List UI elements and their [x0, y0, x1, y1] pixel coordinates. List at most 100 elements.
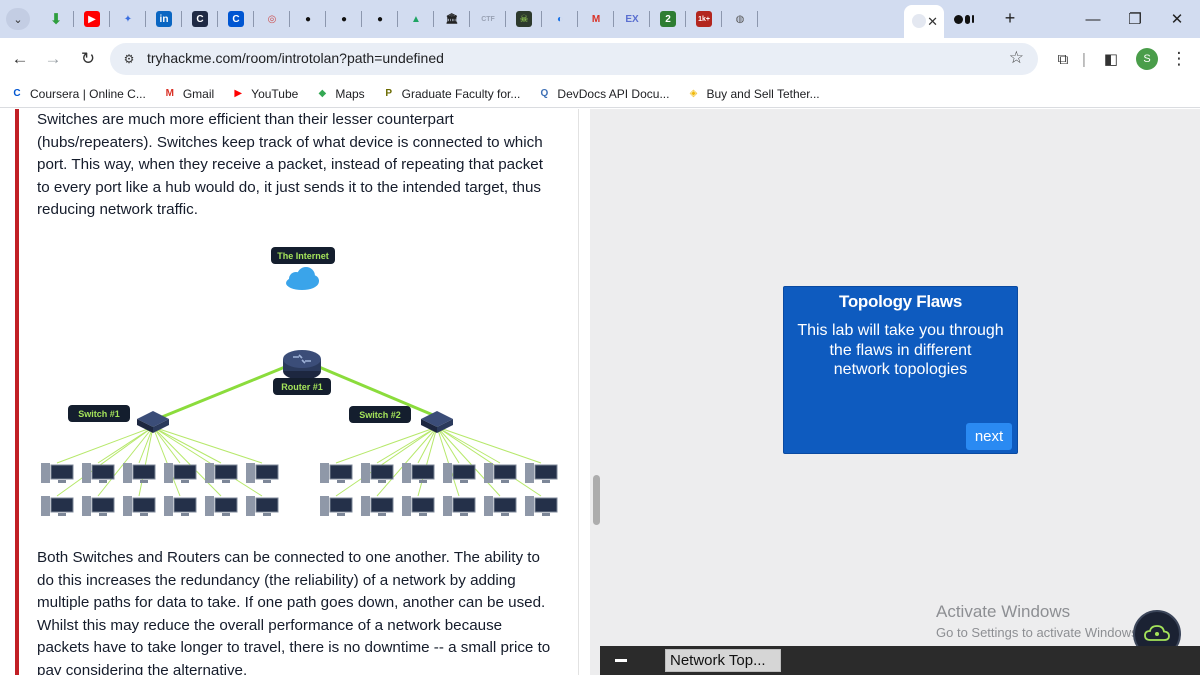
- tab-search-chevron-icon[interactable]: ⌄: [6, 8, 30, 30]
- close-window-button[interactable]: ✕: [1156, 0, 1198, 38]
- back-arrow-icon[interactable]: ←: [8, 47, 32, 71]
- bookmark-label: Maps: [335, 86, 365, 101]
- computer-icon: [320, 496, 353, 516]
- computer-icon: [164, 496, 197, 516]
- profile-avatar[interactable]: S: [1136, 47, 1158, 71]
- switch-1-label: Switch #1: [68, 405, 130, 422]
- gemini-icon: ✦: [123, 13, 133, 25]
- pinned-tab-drive[interactable]: ▲: [398, 0, 434, 38]
- reload-icon[interactable]: ↻: [76, 47, 100, 71]
- site-info-icon[interactable]: ⚙: [120, 50, 138, 68]
- switch-1-computer-link: [56, 426, 154, 497]
- lab-pane: Topology Flaws This lab will take you th…: [590, 109, 1200, 675]
- computer-icon: [361, 463, 394, 483]
- bookmark-label: YouTube: [251, 86, 299, 101]
- globe-icon: ◐: [556, 13, 564, 25]
- pinned-tab-coursera[interactable]: C: [218, 0, 254, 38]
- side-panel-icon[interactable]: ◧: [1100, 47, 1122, 71]
- computer-icon: [246, 496, 279, 516]
- computer-icon: [525, 496, 558, 516]
- tab-strip: ⌄ ⬇ ▶ ✦ in C C ◎ ● ● ● ▲ 🏛 CTF ☠ ◐ M EX 2 1k+ ◍ ✕ + — ❐ ✕: [0, 0, 1200, 38]
- bookmark-item[interactable]: M Gmail: [163, 87, 215, 101]
- computer-icon: [123, 496, 156, 516]
- csdn-icon: C: [192, 11, 208, 27]
- pinned-tab-gmail[interactable]: M: [578, 0, 614, 38]
- pinned-tab-hacker[interactable]: ☠: [506, 0, 542, 38]
- pinned-tab-linkedin[interactable]: in: [146, 0, 182, 38]
- youtube-icon: ▶: [84, 11, 100, 27]
- avatar: S: [1136, 48, 1158, 70]
- browser-toolbar: ← → ↻ ⚙ tryhackme.com/room/introtolan?pa…: [0, 38, 1200, 80]
- pinned-tab-badge[interactable]: 1k+: [686, 0, 722, 38]
- pinned-tab-counter[interactable]: 2: [650, 0, 686, 38]
- menu-kebab-icon[interactable]: ⋮: [1168, 47, 1190, 71]
- tab-close-icon[interactable]: ✕: [927, 14, 938, 30]
- bookmark-favicon-icon: M: [165, 88, 174, 99]
- bookmark-label: Coursera | Online C...: [30, 86, 146, 101]
- forward-arrow-icon[interactable]: →: [41, 47, 65, 71]
- pinned-tab-youtube[interactable]: ▶: [74, 0, 110, 38]
- internet-label: The Internet: [271, 247, 335, 264]
- computer-icon: [246, 463, 279, 483]
- watermark-title: Activate Windows: [936, 602, 1071, 621]
- pinned-tab-globe[interactable]: ◍: [722, 0, 758, 38]
- active-tab[interactable]: ✕: [904, 5, 944, 38]
- toolbar-separator: |: [1082, 50, 1086, 68]
- url-text[interactable]: tryhackme.com/room/introtolan?path=undef…: [147, 50, 444, 66]
- pinned-tab-github[interactable]: ●: [362, 0, 398, 38]
- pinned-tab-csdn[interactable]: C: [182, 0, 218, 38]
- computer-icon: [205, 463, 238, 483]
- cloud-icon: [286, 267, 319, 290]
- bookmark-item[interactable]: Q DevDocs API Docu...: [537, 87, 670, 101]
- minimize-button[interactable]: —: [1072, 0, 1114, 38]
- bookmarks-bar: C Coursera | Online C... M Gmail ▶ YouTube ◆ Ma…: [0, 80, 1200, 108]
- bookmark-item[interactable]: ◆ Maps: [315, 87, 364, 101]
- address-bar[interactable]: ⚙ tryhackme.com/room/introtolan?path=und…: [110, 43, 1038, 75]
- switch-2-computer-link: [436, 426, 460, 464]
- pinned-tab-github[interactable]: ●: [326, 0, 362, 38]
- next-button[interactable]: next: [966, 423, 1012, 450]
- computer-icon: [82, 463, 115, 483]
- download-tab-icon[interactable]: ⬇: [38, 0, 74, 38]
- computer-icon: [123, 463, 156, 483]
- router-switch-1-link: [156, 365, 286, 421]
- bookmark-favicon-icon: Q: [540, 88, 549, 99]
- pinned-tab-gemini[interactable]: ✦: [110, 0, 146, 38]
- new-tab-button[interactable]: +: [998, 6, 1022, 30]
- computer-icon: [402, 463, 435, 483]
- pane-divider: [578, 109, 579, 675]
- bookmark-favicon-icon: C: [13, 88, 21, 99]
- switch-1-computer-link: [152, 426, 263, 464]
- badge-icon: 1k+: [696, 11, 712, 27]
- scrollbar-thumb[interactable]: [593, 475, 600, 525]
- switch-1-computer-link: [152, 426, 263, 497]
- pinned-tab-globe[interactable]: ◐: [542, 0, 578, 38]
- switch-2-computer-link: [436, 426, 501, 497]
- switch-1-computer-link: [152, 426, 181, 464]
- lab-title: Topology Flaws: [839, 292, 962, 311]
- pinned-tab-ctf[interactable]: CTF: [470, 0, 506, 38]
- computer-icon: [484, 496, 517, 516]
- bookmark-item[interactable]: ◈ Buy and Sell Tether...: [686, 87, 820, 101]
- bookmark-item[interactable]: P Graduate Faculty for...: [382, 87, 520, 101]
- pinned-tab-library[interactable]: 🏛: [434, 0, 470, 38]
- bookmark-favicon-icon: ◈: [689, 88, 698, 99]
- bookmark-item[interactable]: ▶ YouTube: [231, 87, 298, 101]
- bookmark-star-icon[interactable]: ☆: [1009, 48, 1024, 68]
- hacker-icon: ☠: [516, 11, 532, 27]
- switch-1-computer-link: [152, 426, 222, 497]
- pinned-tab-github[interactable]: ●: [290, 0, 326, 38]
- medium-tab-icon[interactable]: [954, 10, 976, 28]
- computer-icon: [443, 463, 476, 483]
- taskbar-window-item[interactable]: Network Top...: [665, 649, 781, 672]
- tab-favicon-icon: [912, 14, 926, 28]
- switch-1-computer-link: [152, 426, 222, 464]
- article-paragraph-switches: Switches are much more efficient than th…: [37, 111, 543, 219]
- minimize-dash-icon[interactable]: [615, 659, 627, 662]
- pinned-tab-generic[interactable]: ◎: [254, 0, 290, 38]
- extensions-icon[interactable]: ⧉: [1052, 47, 1074, 71]
- restore-button[interactable]: ❐: [1114, 0, 1156, 38]
- pinned-tab-exploit[interactable]: EX: [614, 0, 650, 38]
- bookmark-item[interactable]: C Coursera | Online C...: [10, 86, 146, 101]
- library-icon: 🏛: [445, 13, 459, 25]
